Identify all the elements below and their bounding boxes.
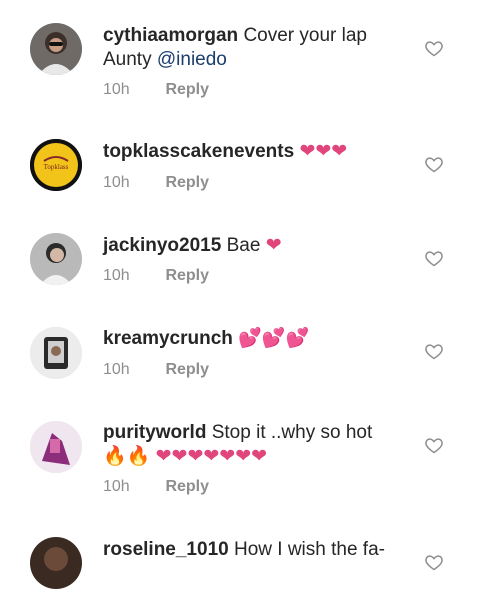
comment-text: How I wish the fa- — [233, 539, 385, 560]
like-heart-icon[interactable] — [424, 552, 444, 572]
reply-button[interactable]: Reply — [165, 267, 209, 284]
comment-body: purityworld Stop it ..why so hot 🔥🔥 ❤❤❤❤… — [103, 421, 413, 469]
comment-text: Cover your lap — [243, 25, 367, 46]
comment-time: 10h — [103, 361, 130, 378]
comment-meta: 10h Reply — [103, 174, 209, 192]
comment-meta: 10h Reply — [103, 267, 209, 285]
avatar[interactable] — [30, 327, 82, 379]
comment-body: roseline_1010 How I wish the fa- — [103, 538, 413, 562]
reply-button[interactable]: Reply — [165, 174, 209, 191]
like-heart-icon[interactable] — [424, 435, 444, 455]
avatar-logo-text: Topklass — [44, 163, 69, 171]
comment-username[interactable]: jackinyo2015 — [103, 235, 221, 256]
comment-username[interactable]: topklasscakenevents — [103, 141, 294, 162]
comment-time: 10h — [103, 478, 130, 495]
reply-button[interactable]: Reply — [165, 81, 209, 98]
comment-text: Stop it ..why so hot — [211, 422, 373, 443]
comment-meta: 10h Reply — [103, 361, 209, 379]
comment-emoji: ❤❤❤❤❤❤❤ — [155, 446, 268, 467]
avatar[interactable] — [30, 233, 82, 285]
comment-emoji-fire: 🔥🔥 — [103, 446, 151, 467]
comment-meta: 10h Reply — [103, 478, 209, 496]
comment-text-line2: Aunty — [103, 49, 152, 70]
comment-username[interactable]: roseline_1010 — [103, 539, 229, 560]
comment-body: cythiaamorgan Cover your lap Aunty @inie… — [103, 24, 413, 72]
avatar[interactable] — [30, 23, 82, 75]
comment-body: jackinyo2015 Bae ❤ — [103, 234, 413, 258]
comment-body: kreamycrunch 💕💕💕 — [103, 327, 413, 351]
avatar[interactable]: Topklass — [30, 139, 82, 191]
comment-username[interactable]: cythiaamorgan — [103, 25, 238, 46]
like-heart-icon[interactable] — [424, 154, 444, 174]
avatar[interactable] — [30, 537, 82, 589]
comment-body: topklasscakenevents ❤❤❤ — [103, 140, 413, 164]
comment-mention[interactable]: @iniedo — [157, 49, 227, 70]
comment-username[interactable]: purityworld — [103, 422, 206, 443]
comment-time: 10h — [103, 81, 130, 98]
like-heart-icon[interactable] — [424, 248, 444, 268]
comment-emoji: ❤ — [265, 235, 282, 256]
avatar[interactable] — [30, 421, 82, 473]
like-heart-icon[interactable] — [424, 38, 444, 58]
reply-button[interactable]: Reply — [165, 361, 209, 378]
like-heart-icon[interactable] — [424, 341, 444, 361]
comment-emoji: ❤❤❤ — [299, 141, 348, 162]
comment-time: 10h — [103, 267, 130, 284]
comment-time: 10h — [103, 174, 130, 191]
comment-emoji: 💕💕💕 — [238, 328, 310, 349]
reply-button[interactable]: Reply — [165, 478, 209, 495]
comment-meta: 10h Reply — [103, 81, 209, 99]
comment-username[interactable]: kreamycrunch — [103, 328, 233, 349]
comment-text: Bae — [226, 235, 261, 256]
